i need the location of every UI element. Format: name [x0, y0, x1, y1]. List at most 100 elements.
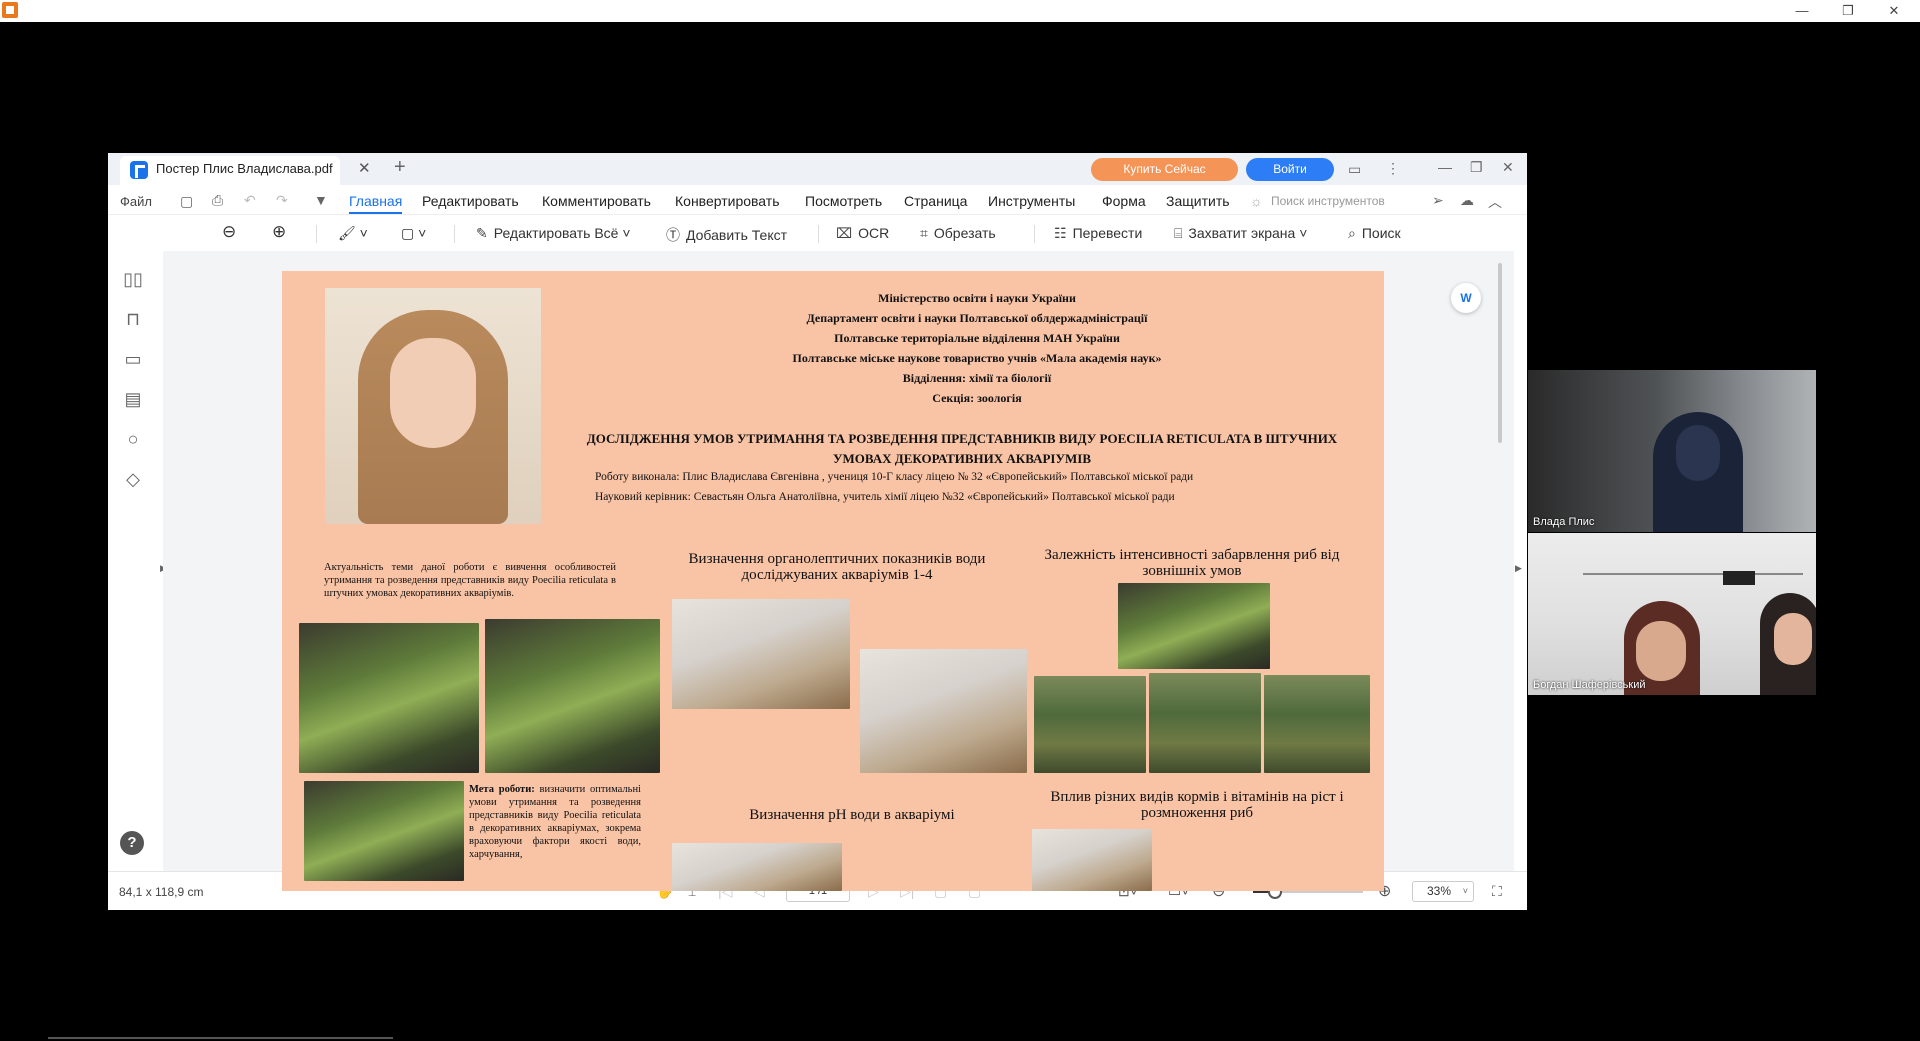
edit-all-label: Редактировать Всё — [493, 225, 619, 241]
left-sidebar: ▯▯ ⊓ ▭ ▤ ○ ◇ ? — [108, 251, 163, 871]
highlight-icon[interactable]: 🖌 ˅ — [338, 225, 368, 242]
poster-header-line: Секція: зоологія — [932, 391, 1022, 405]
zoom-level-value: 33% — [1427, 884, 1452, 898]
outer-minimize-button[interactable]: — — [1780, 0, 1824, 22]
lab-photo — [860, 649, 1027, 773]
comment-icon[interactable]: ▭ — [122, 349, 144, 371]
quick-access-dropdown-icon[interactable]: ▼ — [314, 192, 328, 208]
zoom-level-select[interactable]: 33% ˅ — [1412, 881, 1474, 902]
tank-photo — [1264, 675, 1370, 773]
crop-button[interactable]: ⌗ Обрезать — [920, 225, 996, 242]
tab-close-button[interactable]: ✕ — [358, 159, 371, 177]
aquarium-photo — [1118, 583, 1270, 669]
convert-to-word-icon[interactable]: W — [1451, 283, 1481, 313]
app-logo-icon — [130, 161, 148, 179]
menu-comment[interactable]: Комментировать — [542, 193, 651, 209]
zoom-in-icon[interactable]: ⊕ — [272, 222, 286, 242]
restore-button[interactable]: ❐ — [1470, 159, 1483, 176]
screen-capture-button[interactable]: ⌸ Захватит экрана ˅ — [1174, 225, 1307, 242]
outer-close-button[interactable]: ✕ — [1872, 0, 1916, 22]
relevance-paragraph: Актуальність теми даної роботи є вивченн… — [324, 562, 616, 599]
close-button[interactable]: ✕ — [1502, 159, 1514, 176]
aquarium-photo — [304, 781, 464, 881]
collapse-ribbon-icon[interactable]: ︿ — [1488, 192, 1502, 212]
redo-icon[interactable]: ↷ — [276, 192, 288, 209]
layers-icon[interactable]: ◇ — [122, 469, 144, 491]
new-tab-button[interactable]: + — [394, 156, 406, 179]
tab-title: Постер Плис Владислава.pdf — [156, 161, 333, 176]
search-button[interactable]: ⌕ Поиск — [1348, 225, 1401, 242]
participant-face — [1774, 613, 1812, 665]
menu-file[interactable]: Файл — [120, 194, 152, 209]
thumbnails-icon[interactable]: ▯▯ — [122, 269, 144, 291]
menu-protect[interactable]: Защитить — [1166, 193, 1230, 209]
outer-restore-button[interactable]: ❐ — [1826, 0, 1870, 22]
section-heading-organoleptic: Визначення органолептичних показників во… — [688, 551, 986, 583]
menu-edit[interactable]: Редактировать — [422, 193, 519, 209]
bookmark-icon[interactable]: ⊓ — [122, 309, 144, 331]
poster-author: Роботу виконала: Плис Владислава Євгенів… — [595, 471, 1194, 483]
lab-photo — [672, 843, 842, 891]
menu-convert[interactable]: Конвертировать — [675, 193, 780, 209]
poster-title: ДОСЛІДЖЕННЯ УМОВ УТРИМАННЯ ТА РОЗВЕДЕННЯ… — [586, 431, 1338, 466]
crop-icon: ⌗ — [920, 225, 928, 241]
zoom-out-icon[interactable]: ⊖ — [222, 222, 236, 242]
login-button[interactable]: Войти — [1246, 158, 1334, 181]
student-portrait-photo — [325, 288, 541, 524]
undo-icon[interactable]: ↶ — [244, 192, 256, 209]
translate-button[interactable]: ☷ Перевести — [1054, 225, 1142, 242]
edit-all-button[interactable]: ✎ Редактировать Всё ˅ — [476, 225, 631, 242]
participant-name: Богдан Шаферівський — [1533, 679, 1646, 691]
shape-icon[interactable]: ▢ ˅ — [401, 225, 426, 242]
chevron-down-icon: ˅ — [1462, 886, 1468, 896]
vertical-scrollbar[interactable] — [1498, 263, 1502, 443]
section-heading-feed: Вплив різних видів кормів і вітамінів на… — [1050, 789, 1344, 821]
page-size-readout: 84,1 x 118,9 cm — [119, 885, 204, 899]
attachment-icon[interactable]: ▤ — [122, 389, 144, 411]
crop-label: Обрезать — [933, 225, 996, 241]
menu-tools[interactable]: Инструменты — [988, 193, 1075, 209]
help-icon[interactable]: ? — [120, 831, 144, 855]
menu-view[interactable]: Посмотреть — [805, 193, 882, 209]
pdf-page-poster: Міністерство освіти і науки України Депа… — [282, 271, 1384, 891]
expand-right-panel-icon[interactable]: ▶ — [1515, 563, 1522, 574]
pdf-editor-window: Постер Плис Владислава.pdf ✕ + Купить Се… — [108, 153, 1527, 910]
tool-search-input[interactable]: Поиск инструментов — [1271, 194, 1385, 208]
fish-photo — [1032, 829, 1152, 891]
search-icon: ⌕ — [1348, 225, 1356, 241]
more-icon[interactable]: ⋮ — [1386, 160, 1400, 177]
buy-now-button[interactable]: Купить Сейчас — [1091, 158, 1238, 181]
section-heading-coloration: Залежність інтенсивності забарвлення риб… — [1044, 547, 1340, 579]
menu-home[interactable]: Главная — [349, 193, 403, 214]
camera-icon: ⌸ — [1174, 225, 1183, 241]
zoom-slider[interactable] — [1253, 885, 1363, 899]
message-icon[interactable]: ▭ — [1348, 161, 1361, 178]
participant-video-tile[interactable]: Влада Плис — [1528, 370, 1816, 532]
share-icon[interactable]: ➢ — [1432, 192, 1444, 209]
participant-face — [1676, 425, 1720, 481]
menu-form[interactable]: Форма — [1102, 193, 1146, 209]
save-icon[interactable]: ▢ — [180, 193, 193, 210]
translate-icon: ☷ — [1054, 225, 1067, 241]
poster-header-line: Міністерство освіти і науки України — [878, 291, 1076, 305]
goal-paragraph: Мета роботи: визначити оптимальні умови … — [469, 783, 641, 861]
menu-page[interactable]: Страница — [904, 193, 967, 209]
participant-face — [1636, 621, 1686, 681]
projector — [1723, 571, 1755, 585]
print-icon[interactable]: ⎙ — [212, 192, 223, 209]
tank-photo — [1034, 676, 1146, 773]
fullscreen-icon[interactable]: ⛶ — [1492, 883, 1502, 900]
aquarium-photo — [485, 619, 660, 773]
whiteboard — [1583, 573, 1803, 583]
minimize-button[interactable]: — — [1438, 159, 1452, 175]
poster-supervisor: Науковий керівник: Севастьян Ольга Анато… — [595, 491, 1175, 503]
cloud-upload-icon[interactable]: ☁ — [1460, 192, 1474, 209]
poster-header-line: Департамент освіти і науки Полтавської о… — [806, 311, 1148, 325]
poster-header-line: Полтавське міське наукове товариство учн… — [792, 351, 1162, 365]
add-text-button[interactable]: Ⓣ Добавить Текст — [666, 225, 787, 245]
ocr-button[interactable]: ⌧ OCR — [836, 225, 889, 242]
sidebar-search-icon[interactable]: ○ — [122, 429, 144, 451]
goal-label: Мета роботи: — [469, 784, 535, 795]
poster-header-line: Відділення: хімії та біології — [902, 371, 1052, 385]
participant-video-tile[interactable]: Богдан Шаферівський — [1528, 533, 1816, 695]
